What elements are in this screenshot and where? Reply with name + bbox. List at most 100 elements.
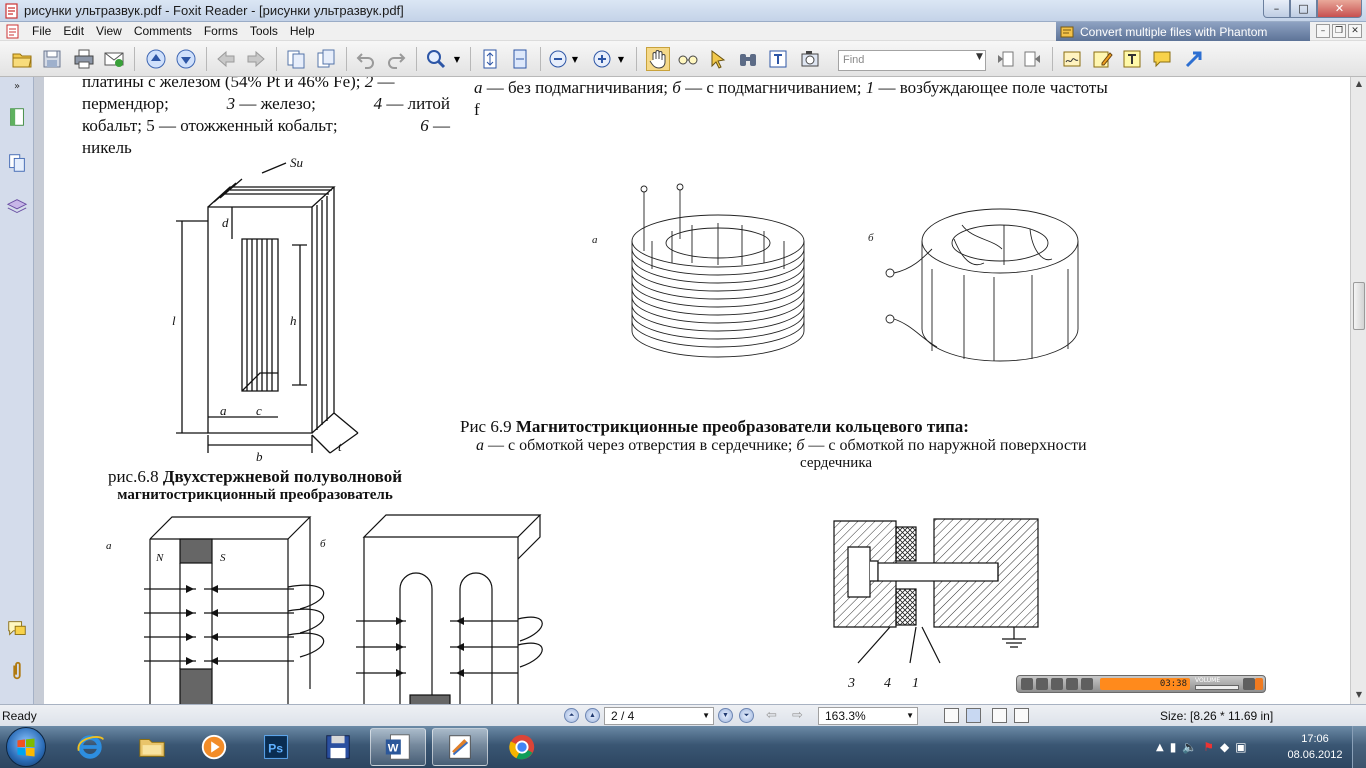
- scroll-down-arrow-icon[interactable]: ▼: [1353, 690, 1365, 702]
- taskbar-clock[interactable]: 17:06 08.06.2012: [1280, 731, 1350, 763]
- taskbar-internet-explorer[interactable]: [62, 728, 118, 766]
- single-page-view-icon[interactable]: [944, 708, 959, 723]
- language-icon[interactable]: ◆: [1220, 740, 1229, 754]
- redo-button[interactable]: [384, 47, 408, 71]
- menu-comments[interactable]: Comments: [128, 24, 198, 38]
- prev-page-status-button[interactable]: ▲: [585, 708, 600, 723]
- taskbar-save-disk[interactable]: [310, 728, 366, 766]
- zoom-in-button[interactable]: [590, 47, 614, 71]
- document-page[interactable]: платины с железом (54% Pt и 46% Fe); 2 —…: [44, 77, 1350, 704]
- volume-icon[interactable]: 🔈: [1182, 740, 1197, 754]
- textbox-button[interactable]: [1120, 47, 1144, 71]
- player-close-button[interactable]: [1255, 678, 1263, 690]
- select-annotation-button[interactable]: [706, 47, 730, 71]
- expand-sidebar-icon[interactable]: »: [5, 79, 29, 93]
- hand-tool-button[interactable]: [646, 47, 670, 71]
- layers-panel-button[interactable]: [5, 195, 29, 219]
- fit-width-button[interactable]: [508, 47, 532, 71]
- facing-view-icon[interactable]: [992, 708, 1007, 723]
- close-button[interactable]: ✕: [1317, 0, 1362, 18]
- scroll-up-arrow-icon[interactable]: ▲: [1353, 79, 1365, 91]
- tray-expand-icon[interactable]: ▲: [1156, 742, 1164, 753]
- device-icon[interactable]: ▣: [1235, 740, 1246, 754]
- find-tool-button[interactable]: [736, 47, 760, 71]
- doc-minimize-button[interactable]: –: [1316, 24, 1330, 38]
- continuous-view-icon[interactable]: [966, 708, 981, 723]
- next-page-status-button[interactable]: ▼: [718, 708, 733, 723]
- menu-help[interactable]: Help: [284, 24, 321, 38]
- zoom-tool-button[interactable]: [424, 47, 448, 71]
- snapshot-button[interactable]: [798, 47, 822, 71]
- typewriter-button[interactable]: [766, 47, 790, 71]
- email-button[interactable]: [102, 47, 126, 71]
- fit-page-button[interactable]: [478, 47, 502, 71]
- back-button[interactable]: [214, 47, 238, 71]
- find-next-button[interactable]: [1020, 47, 1044, 71]
- player-minimize-button[interactable]: [1243, 678, 1255, 690]
- zoom-level-field[interactable]: 163.3% ▼: [818, 707, 918, 725]
- menu-edit[interactable]: Edit: [57, 24, 90, 38]
- save-button[interactable]: [40, 47, 64, 71]
- open-folder-icon: [12, 53, 32, 68]
- next-page-button[interactable]: [174, 47, 198, 71]
- taskbar-media-player[interactable]: [186, 728, 242, 766]
- forward-button[interactable]: [244, 47, 268, 71]
- select-text-button[interactable]: [676, 47, 700, 71]
- sign-button[interactable]: [1060, 47, 1084, 71]
- history-back-icon[interactable]: ⇦: [766, 707, 777, 723]
- print-button[interactable]: [72, 47, 96, 71]
- player-prev-button[interactable]: [1066, 678, 1078, 690]
- phantom-banner[interactable]: Convert multiple files with Phantom: [1056, 22, 1310, 41]
- extract-pages-button[interactable]: [284, 47, 308, 71]
- attachments-panel-button[interactable]: [5, 659, 29, 683]
- taskbar-foxit-reader[interactable]: [432, 728, 488, 766]
- comment-button[interactable]: [1150, 47, 1174, 71]
- find-previous-button[interactable]: [994, 47, 1018, 71]
- previous-page-button[interactable]: [144, 47, 168, 71]
- find-dropdown-chevron-icon[interactable]: ▼: [976, 52, 983, 62]
- menu-tools[interactable]: Tools: [244, 24, 284, 38]
- doc-restore-button[interactable]: ❐: [1332, 24, 1346, 38]
- history-forward-icon[interactable]: ⇨: [792, 707, 803, 723]
- open-button[interactable]: [10, 47, 34, 71]
- show-desktop-button[interactable]: [1352, 726, 1366, 768]
- document-icon[interactable]: [6, 24, 20, 39]
- note-button[interactable]: [1090, 47, 1114, 71]
- player-volume-slider[interactable]: [1195, 685, 1239, 690]
- zoom-out-dropdown[interactable]: ▼: [568, 47, 582, 71]
- find-input[interactable]: Find: [838, 50, 986, 71]
- menu-view[interactable]: View: [90, 24, 128, 38]
- taskbar-word[interactable]: W: [370, 728, 426, 766]
- first-page-button[interactable]: ⏶: [564, 708, 579, 723]
- player-play-button[interactable]: [1021, 678, 1033, 690]
- scrollbar-thumb[interactable]: [1353, 282, 1365, 330]
- taskbar-chrome[interactable]: [494, 728, 550, 766]
- network-icon[interactable]: ▮: [1170, 740, 1177, 754]
- last-page-button[interactable]: ⏷: [739, 708, 754, 723]
- minimize-button[interactable]: –: [1263, 0, 1290, 18]
- menu-file[interactable]: File: [26, 24, 57, 38]
- copy-pages-button[interactable]: [314, 47, 338, 71]
- vertical-scrollbar[interactable]: ▲ ▼: [1350, 77, 1366, 704]
- player-stop-button[interactable]: [1051, 678, 1063, 690]
- action-center-icon[interactable]: ⚑: [1203, 740, 1214, 754]
- arrow-tool-button[interactable]: [1182, 47, 1206, 71]
- bookmarks-panel-button[interactable]: [5, 105, 29, 129]
- pages-panel-button[interactable]: [5, 151, 29, 175]
- maximize-button[interactable]: □: [1290, 0, 1317, 18]
- bottom-right-label-3: 3: [847, 676, 855, 691]
- start-button[interactable]: [6, 727, 46, 767]
- continuous-facing-view-icon[interactable]: [1014, 708, 1029, 723]
- player-pause-button[interactable]: [1036, 678, 1048, 690]
- undo-button[interactable]: [354, 47, 378, 71]
- player-next-button[interactable]: [1081, 678, 1093, 690]
- zoom-out-button[interactable]: [546, 47, 570, 71]
- zoom-dropdown[interactable]: ▼: [450, 47, 464, 71]
- menu-forms[interactable]: Forms: [198, 24, 244, 38]
- doc-close-button[interactable]: ✕: [1348, 24, 1362, 38]
- page-number-field[interactable]: 2 / 4 ▼: [604, 707, 714, 725]
- taskbar-photoshop[interactable]: Ps: [248, 728, 304, 766]
- zoom-in-dropdown[interactable]: ▼: [614, 47, 628, 71]
- comments-panel-button[interactable]: [5, 617, 29, 641]
- taskbar-file-explorer[interactable]: [124, 728, 180, 766]
